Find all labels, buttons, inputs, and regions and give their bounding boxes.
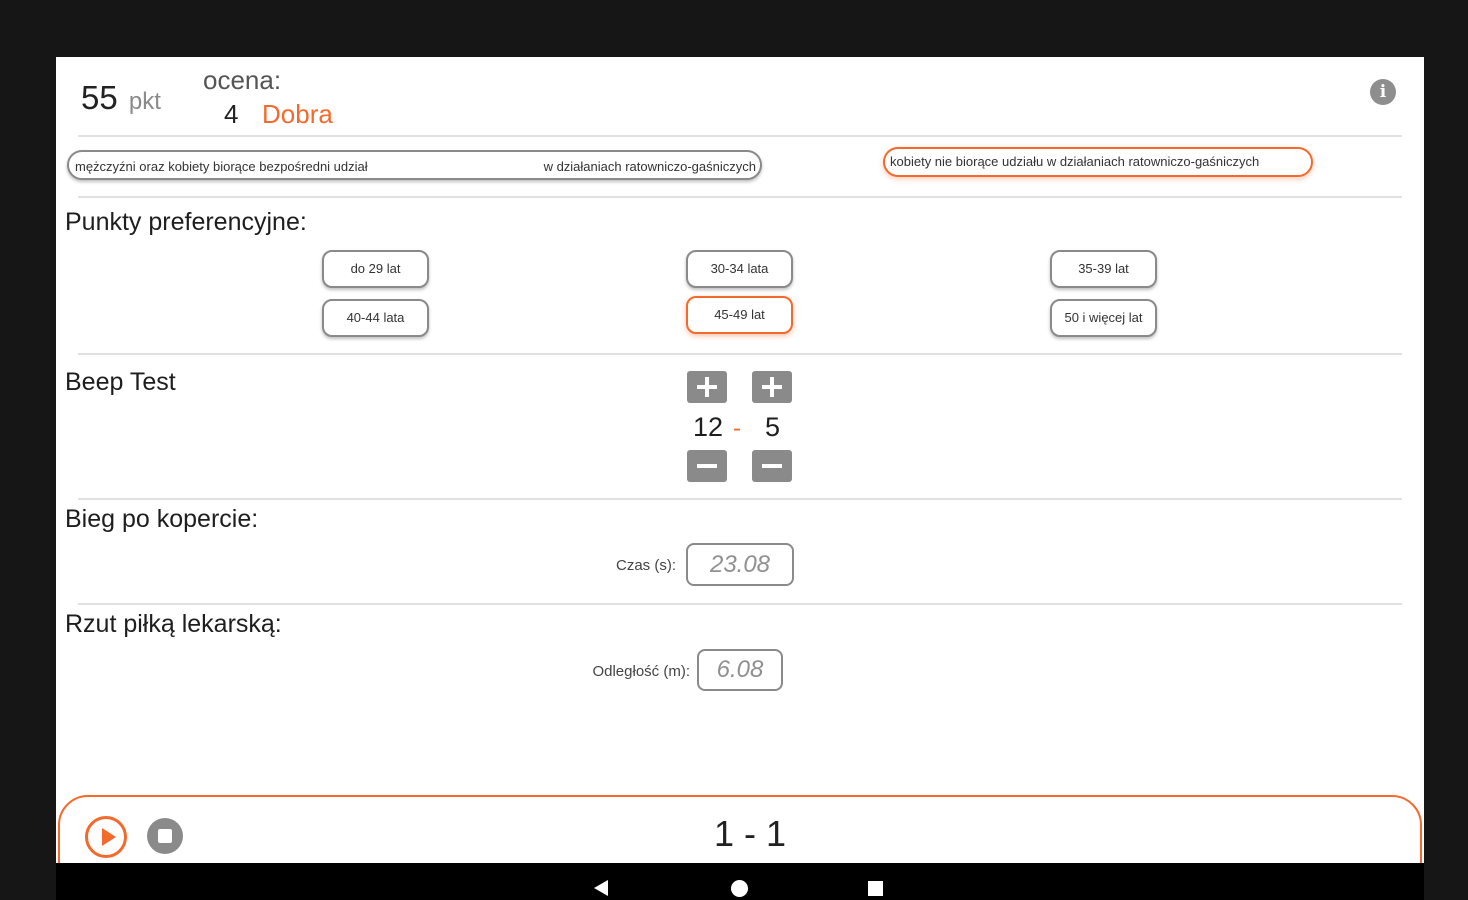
divider — [78, 498, 1402, 500]
grade-number: 4 — [224, 99, 239, 129]
stop-square — [158, 829, 172, 843]
beep-level-value: 12 — [693, 412, 724, 442]
time-label: Czas (s): — [616, 557, 676, 574]
total-score: 55 pkt — [81, 79, 161, 117]
stop-icon[interactable] — [147, 818, 183, 854]
beep-shuttle-value: 5 — [765, 412, 781, 442]
plus-icon-stroke — [770, 377, 774, 397]
level-increment-button[interactable] — [687, 371, 727, 403]
beep-separator: - — [733, 415, 741, 442]
preferences-title: Punkty preferencyjne: — [65, 208, 307, 236]
age-button-40-44[interactable]: 40-44 lata — [322, 299, 429, 337]
category-button-firefighters[interactable]: mężczyźni oraz kobiety biorące bezpośred… — [67, 150, 762, 180]
home-icon[interactable] — [731, 880, 748, 897]
divider — [78, 196, 1402, 198]
age-button-50-plus[interactable]: 50 i więcej lat — [1050, 299, 1157, 337]
play-triangle — [102, 828, 116, 846]
score-value: 55 — [81, 79, 118, 116]
minus-icon — [697, 464, 717, 468]
age-button-35-39[interactable]: 35-39 lat — [1050, 250, 1157, 288]
category-label: kobiety nie biorące udziału w działaniac… — [890, 154, 1260, 169]
play-icon[interactable] — [85, 816, 127, 858]
divider — [78, 353, 1402, 355]
plus-icon-stroke — [705, 377, 709, 397]
category-button-women-non-rescue[interactable]: kobiety nie biorące udziału w działaniac… — [883, 147, 1313, 177]
level-decrement-button[interactable] — [687, 450, 727, 482]
minus-icon — [762, 464, 782, 468]
bottom-score: 1 - 1 — [713, 813, 787, 854]
recent-apps-icon[interactable] — [868, 881, 883, 896]
info-icon[interactable]: i — [1370, 79, 1396, 105]
score-unit: pkt — [128, 88, 161, 115]
time-input[interactable]: 23.08 — [686, 543, 794, 586]
grade-text: Dobra — [262, 99, 333, 129]
divider — [78, 603, 1402, 605]
category-label-part2: w działaniach ratowniczo-gaśniczych — [543, 159, 756, 174]
distance-input[interactable]: 6.08 — [697, 649, 783, 691]
ball-throw-title: Rzut piłką lekarską: — [65, 610, 282, 638]
age-button-do-29[interactable]: do 29 lat — [322, 250, 429, 288]
back-icon[interactable] — [594, 880, 608, 896]
age-button-30-34[interactable]: 30-34 lata — [686, 250, 793, 288]
shuttle-decrement-button[interactable] — [752, 450, 792, 482]
category-label-part1: mężczyźni oraz kobiety biorące bezpośred… — [75, 159, 368, 174]
age-button-45-49[interactable]: 45-49 lat — [686, 296, 793, 334]
grade-label: ocena: — [203, 65, 282, 95]
envelope-run-title: Bieg po kopercie: — [65, 505, 259, 533]
app-screen: 55 pkt ocena: 4 Dobra i mężczyźni oraz k… — [56, 57, 1424, 863]
bottom-bar: 1 - 1 — [58, 795, 1422, 863]
system-nav-bar — [56, 863, 1424, 900]
divider — [78, 135, 1402, 137]
shuttle-increment-button[interactable] — [752, 371, 792, 403]
beep-test-title: Beep Test — [65, 368, 176, 396]
distance-label: Odległość (m): — [592, 663, 690, 680]
